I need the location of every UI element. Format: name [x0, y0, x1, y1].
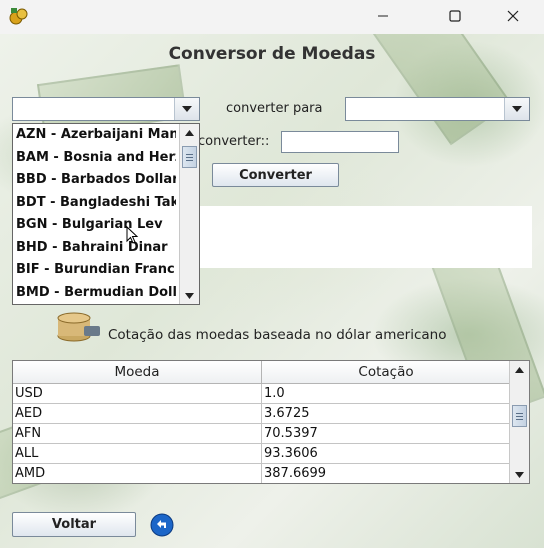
currency-code-cell[interactable]: ALL	[13, 444, 262, 464]
maximize-icon	[449, 10, 461, 22]
dropdown-option[interactable]: BGN - Bulgarian Lev	[13, 214, 176, 237]
converter-button[interactable]: Converter	[212, 163, 339, 187]
currency-code-cell[interactable]: USD	[13, 384, 262, 404]
column-header-cotacao[interactable]: Cotação	[262, 361, 511, 384]
combo-arrow-icon	[182, 106, 192, 112]
maximize-button[interactable]	[432, 0, 478, 32]
arrow-up-icon	[185, 129, 194, 136]
from-currency-arrow[interactable]	[174, 98, 199, 120]
rate-cell[interactable]: 387.6699	[262, 464, 511, 483]
result-panel	[200, 206, 532, 268]
dropdown-option[interactable]: BBD - Barbados Dollar	[13, 169, 176, 192]
dropdown-option[interactable]: AZN - Azerbaijani Manat	[13, 124, 176, 147]
voltar-button[interactable]: Voltar	[12, 512, 136, 537]
scroll-thumb[interactable]	[512, 405, 527, 427]
dropdown-items: AZN - Azerbaijani Manat BAM - Bosnia and …	[13, 124, 199, 304]
info-text: Cotação das moedas baseada no dólar amer…	[108, 327, 447, 343]
rate-cell[interactable]: 3.6725	[262, 404, 511, 424]
column-header-moeda[interactable]: Moeda	[13, 361, 262, 384]
scroll-up-button[interactable]	[180, 124, 199, 141]
from-currency-value	[13, 101, 17, 116]
rate-cell[interactable]: 70.5397	[262, 424, 511, 444]
arrow-down-icon	[185, 292, 194, 299]
to-currency-value	[346, 101, 350, 116]
currency-code-cell[interactable]: AMD	[13, 464, 262, 483]
to-currency-select[interactable]	[345, 97, 530, 121]
close-icon	[507, 10, 519, 22]
mouse-cursor-icon	[126, 226, 139, 244]
rate-cell[interactable]: 93.3606	[262, 444, 511, 464]
amount-label: converter::	[198, 134, 270, 149]
scroll-down-button[interactable]	[180, 287, 199, 304]
main-panel: Conversor de Moedas converter para conve…	[0, 34, 544, 548]
from-currency-dropdown-list[interactable]: AZN - Azerbaijani Manat BAM - Bosnia and …	[12, 123, 200, 305]
minimize-button[interactable]	[360, 0, 406, 32]
table-row[interactable]: AFN 70.5397	[13, 424, 511, 444]
rates-table[interactable]: Moeda Cotação USD 1.0 AED 3.6725 AFN 70.5397 A…	[12, 360, 530, 484]
table-row[interactable]: ALL 93.3606	[13, 444, 511, 464]
scroll-down-button[interactable]	[510, 466, 529, 483]
coin-stack-icon	[57, 312, 100, 342]
arrow-up-icon	[515, 366, 524, 373]
minimize-icon	[378, 15, 388, 17]
from-currency-select[interactable]	[12, 97, 200, 121]
dropdown-option[interactable]: BHD - Bahraini Dinar	[13, 237, 176, 260]
back-arrow-icon[interactable]	[150, 513, 174, 537]
table-row[interactable]: AED 3.6725	[13, 404, 511, 424]
dropdown-option[interactable]: BDT - Bangladeshi Taka	[13, 192, 176, 215]
combo-arrow-icon	[512, 106, 522, 112]
table-scrollbar[interactable]	[509, 361, 529, 483]
close-button[interactable]	[490, 0, 536, 32]
scroll-thumb[interactable]	[182, 146, 197, 168]
dropdown-option[interactable]: BIF - Burundian Franc	[13, 259, 176, 282]
table-row[interactable]: USD 1.0	[13, 384, 511, 404]
table-row[interactable]: AMD 387.6699	[13, 464, 511, 483]
currency-code-cell[interactable]: AFN	[13, 424, 262, 444]
rate-cell[interactable]: 1.0	[262, 384, 511, 404]
title-bar	[0, 0, 544, 34]
page-title: Conversor de Moedas	[168, 44, 376, 64]
arrow-down-icon	[515, 471, 524, 478]
amount-input[interactable]	[281, 131, 399, 153]
scroll-up-button[interactable]	[510, 361, 529, 378]
app-icon	[9, 8, 28, 25]
dropdown-option[interactable]: BMD - Bermudian Dollar	[13, 282, 176, 305]
dropdown-option[interactable]: BAM - Bosnia and Herzegovina Convertible…	[13, 147, 176, 170]
currency-code-cell[interactable]: AED	[13, 404, 262, 424]
to-currency-arrow[interactable]	[504, 98, 529, 120]
dropdown-scrollbar[interactable]	[179, 124, 199, 304]
converter-para-label: converter para	[226, 101, 323, 116]
